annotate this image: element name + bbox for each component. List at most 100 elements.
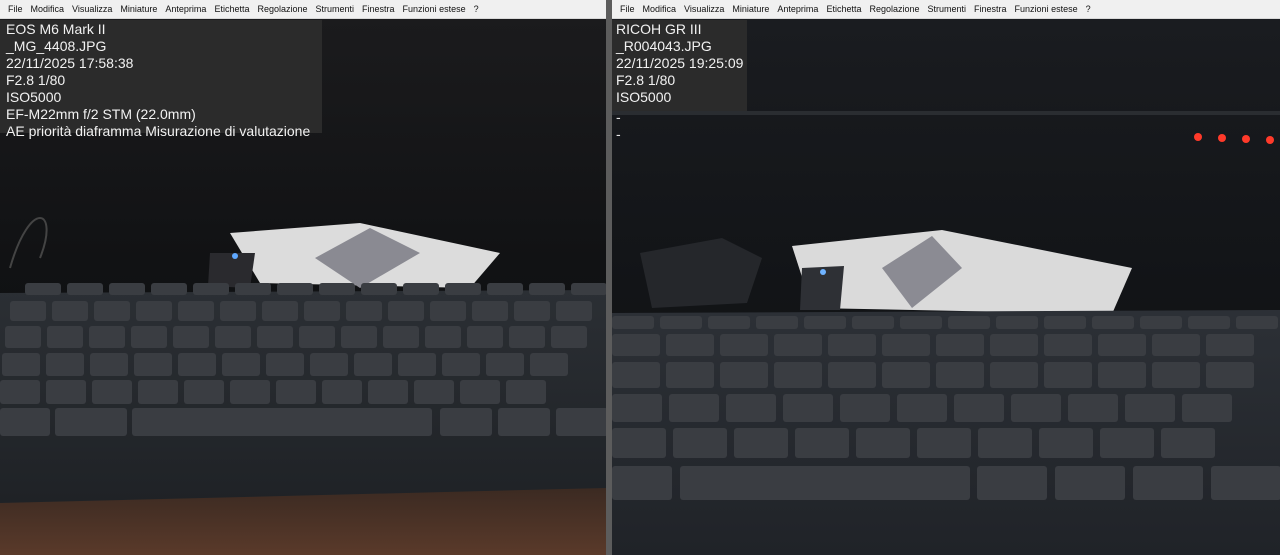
menu-miniature[interactable]: Miniature xyxy=(728,0,773,18)
keyboard-key xyxy=(1011,394,1061,422)
keyboard-key xyxy=(1161,428,1215,458)
keyboard-key xyxy=(262,301,298,321)
menu-anteprima[interactable]: Anteprima xyxy=(161,0,210,18)
keyboard-key xyxy=(277,283,313,295)
keyboard-key xyxy=(414,380,454,404)
menu-modifica[interactable]: Modifica xyxy=(639,0,681,18)
keyboard-key xyxy=(52,301,88,321)
keyboard-key xyxy=(257,326,293,348)
keyboard-key xyxy=(304,301,340,321)
menu-visualizza[interactable]: Visualizza xyxy=(680,0,728,18)
keyboard-key xyxy=(1206,362,1254,388)
keyboard-key xyxy=(151,283,187,295)
keyboard-key xyxy=(46,353,84,376)
keyboard-key xyxy=(1125,394,1175,422)
keyboard-key xyxy=(0,380,40,404)
menu-regolazione[interactable]: Regolazione xyxy=(253,0,311,18)
keyboard-key xyxy=(89,326,125,348)
keyboard-key xyxy=(1236,316,1278,329)
menu-anteprima[interactable]: Anteprima xyxy=(773,0,822,18)
keyboard-key xyxy=(917,428,971,458)
keyboard-key xyxy=(67,283,103,295)
menu-strumenti[interactable]: Strumenti xyxy=(924,0,971,18)
keyboard-key xyxy=(442,353,480,376)
keyboard-key xyxy=(882,334,930,356)
keyboard-key xyxy=(509,326,545,348)
keyboard-key xyxy=(184,380,224,404)
keyboard-key xyxy=(660,316,702,329)
keyboard-key xyxy=(795,428,849,458)
keyboard-key xyxy=(774,362,822,388)
keyboard-key xyxy=(486,353,524,376)
menu-funzioni-estese[interactable]: Funzioni estese xyxy=(399,0,470,18)
keyboard-key xyxy=(467,326,503,348)
keyboard-key xyxy=(529,283,565,295)
keyboard-key xyxy=(354,353,392,376)
viewer-pane-right[interactable]: RICOH GR III _R004043.JPG 22/11/2025 19:… xyxy=(612,0,1280,555)
camera-model: RICOH GR III xyxy=(616,21,702,37)
keyboard-key xyxy=(720,334,768,356)
keyboard-key xyxy=(783,394,833,422)
keyboard-key xyxy=(138,380,178,404)
keyboard-key xyxy=(10,301,46,321)
exposure: F2.8 1/80 xyxy=(616,72,676,88)
keyboard-key xyxy=(996,316,1038,329)
keyboard-key xyxy=(383,326,419,348)
keyboard-key xyxy=(460,380,500,404)
menu-modifica[interactable]: Modifica xyxy=(27,0,69,18)
keyboard-key xyxy=(2,353,40,376)
file-name: _R004043.JPG xyxy=(616,38,712,54)
keyboard-key xyxy=(612,428,666,458)
iso: ISO5000 xyxy=(616,89,672,105)
exif-extra-right: - - xyxy=(616,109,621,143)
keyboard-key xyxy=(92,380,132,404)
keyboard-key xyxy=(990,362,1038,388)
keyboard-key xyxy=(94,301,130,321)
menu-visualizza[interactable]: Visualizza xyxy=(68,0,116,18)
keyboard-key xyxy=(1044,316,1086,329)
keyboard-key xyxy=(178,301,214,321)
viewer-pane-left[interactable]: EOS M6 Mark II _MG_4408.JPG 22/11/2025 1… xyxy=(0,0,606,555)
keyboard-key xyxy=(230,380,270,404)
keyboard-key xyxy=(978,428,1032,458)
keyboard-key xyxy=(276,380,316,404)
keyboard-key xyxy=(852,316,894,329)
menu-regolazione[interactable]: Regolazione xyxy=(865,0,923,18)
keyboard-key xyxy=(506,380,546,404)
keyboard-key xyxy=(720,362,768,388)
keyboard-key xyxy=(556,408,606,436)
menu-finestra[interactable]: Finestra xyxy=(970,0,1011,18)
menu-bar-right: File Modifica Visualizza Miniature Antep… xyxy=(612,0,1280,19)
menu-file[interactable]: File xyxy=(4,0,27,18)
menu-etichetta[interactable]: Etichetta xyxy=(822,0,865,18)
keyboard-key xyxy=(341,326,377,348)
keyboard-key xyxy=(1211,466,1280,500)
keyboard-key xyxy=(109,283,145,295)
keyboard-key xyxy=(1100,428,1154,458)
keyboard-key xyxy=(1044,362,1092,388)
keyboard-key xyxy=(1133,466,1203,500)
menu-help[interactable]: ? xyxy=(470,0,483,18)
keyboard-key xyxy=(322,380,362,404)
menu-finestra[interactable]: Finestra xyxy=(358,0,399,18)
keyboard-key xyxy=(882,362,930,388)
metering-placeholder: - xyxy=(616,126,621,142)
menu-etichetta[interactable]: Etichetta xyxy=(210,0,253,18)
menu-bar-left: File Modifica Visualizza Miniature Antep… xyxy=(0,0,606,19)
keyboard-key xyxy=(0,408,50,436)
keyboard-key xyxy=(828,362,876,388)
menu-file[interactable]: File xyxy=(616,0,639,18)
capture-datetime: 22/11/2025 17:58:38 xyxy=(6,55,134,71)
keyboard-key xyxy=(1152,362,1200,388)
menu-funzioni-estese[interactable]: Funzioni estese xyxy=(1011,0,1082,18)
exif-info-left: EOS M6 Mark II _MG_4408.JPG 22/11/2025 1… xyxy=(0,20,322,139)
menu-miniature[interactable]: Miniature xyxy=(116,0,161,18)
keyboard-key xyxy=(1188,316,1230,329)
menu-strumenti[interactable]: Strumenti xyxy=(312,0,359,18)
camera-model: EOS M6 Mark II xyxy=(6,21,106,37)
keyboard-key xyxy=(134,353,172,376)
keyboard-key xyxy=(726,394,776,422)
menu-help[interactable]: ? xyxy=(1082,0,1095,18)
keyboard-key xyxy=(346,301,382,321)
keyboard-key xyxy=(673,428,727,458)
